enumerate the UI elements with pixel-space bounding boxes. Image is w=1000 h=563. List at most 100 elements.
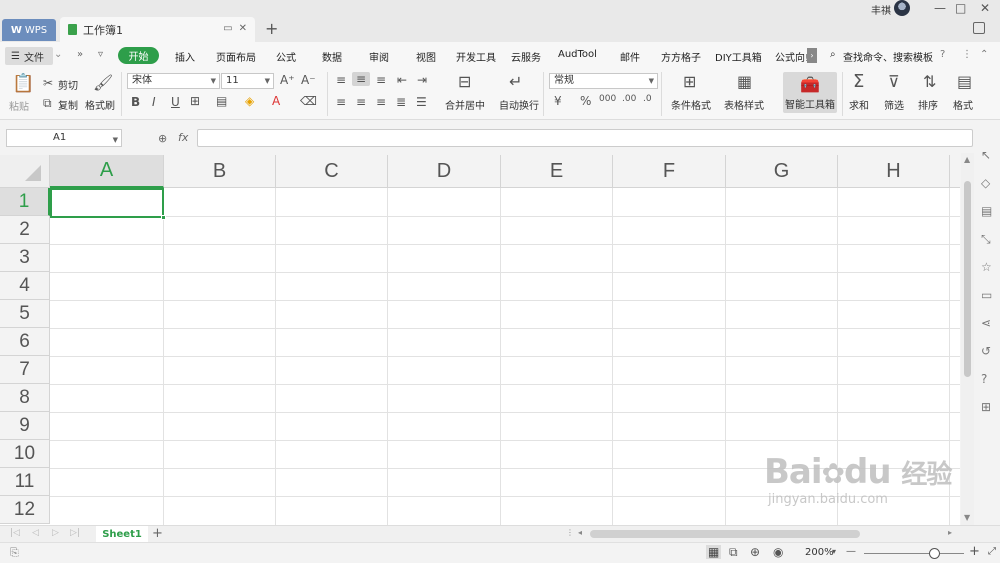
merge-center-icon[interactable]: ⊟ [458,72,471,91]
zoom-out-button[interactable]: — [846,546,856,557]
tab-data[interactable]: 数据 [322,49,342,64]
scroll-up-icon[interactable]: ▲ [964,155,970,164]
align-center-icon[interactable]: ≡ [356,95,366,109]
table-style-icon[interactable]: ▦ [737,72,752,91]
row-header[interactable]: 5 [0,300,50,328]
currency-icon[interactable]: ¥ [554,94,562,108]
copy-icon[interactable]: ⧉ [43,96,52,111]
help-circle-icon[interactable]: ? [981,372,987,386]
zoom-slider-knob[interactable] [929,548,940,559]
tab-start[interactable]: 开始 [118,47,159,64]
customize-toolbar-icon[interactable]: ▿ [98,49,103,60]
star-icon[interactable]: ☆ [981,260,992,274]
clear-format-icon[interactable]: ⌫ [300,94,317,108]
font-name-select[interactable]: 宋体 ▼ [127,73,220,89]
increase-indent-icon[interactable]: ⇥ [417,73,427,87]
row-header[interactable]: 8 [0,384,50,412]
more-tabs-arrow-icon[interactable]: › [807,48,817,63]
smart-toolbox-button[interactable]: 🧰 智能工具箱 [783,72,837,113]
font-color-icon[interactable]: A [272,94,280,108]
align-bottom-icon[interactable]: ≡ [376,73,386,87]
distributed-align-icon[interactable]: ☰ [416,95,427,109]
format-icon[interactable]: ▤ [957,72,972,91]
tab-formula[interactable]: 公式 [276,49,296,64]
decrease-font-icon[interactable]: A⁻ [301,73,316,87]
more-options-icon[interactable]: ⋮ [962,49,972,60]
zoom-dropdown-icon[interactable]: ▾ [832,547,836,556]
wrap-text-icon[interactable]: ↵ [509,72,522,91]
sheet-tab-sheet1[interactable]: Sheet1 [96,526,148,543]
row-header[interactable]: 11 [0,468,50,496]
format-button[interactable]: 格式 [953,97,973,112]
merge-center-button[interactable]: 合并居中 [445,97,485,112]
row-header[interactable]: 6 [0,328,50,356]
decrease-decimal-icon[interactable]: .0 [643,94,652,104]
first-sheet-icon[interactable]: |◁ [10,528,20,538]
macro-record-icon[interactable]: ⎘ [10,546,19,560]
format-painter-icon[interactable]: 🖌 [93,73,113,92]
filter-button[interactable]: 筛选 [884,97,904,112]
wrap-text-button[interactable]: 自动换行 [499,97,539,112]
column-header[interactable]: D [388,155,501,188]
tab-audtool[interactable]: AudTool [558,49,597,60]
vertical-scrollbar[interactable]: ▲ ▼ [961,153,974,525]
justify-icon[interactable]: ≣ [396,95,406,109]
wps-home-tab[interactable]: W WPS [2,19,56,41]
formula-input[interactable] [197,129,973,147]
add-sheet-button[interactable]: + [152,526,163,541]
sum-button[interactable]: 求和 [849,97,869,112]
underline-button[interactable]: U [171,95,180,109]
new-tab-button[interactable]: + [265,19,278,38]
archive-icon[interactable]: ▭ [981,288,992,302]
align-left-icon[interactable]: ≡ [336,95,346,109]
command-search-field[interactable]: 查找命令、搜索模板 [843,49,933,64]
apps-grid-icon[interactable]: ⊞ [981,400,991,414]
zoom-lookup-icon[interactable]: ⊕ [158,132,167,145]
active-cell-a1[interactable] [50,188,166,220]
column-header[interactable]: E [501,155,613,188]
percent-button[interactable]: % [580,94,591,108]
format-painter-button[interactable]: 格式刷 [85,97,115,112]
conditional-format-button[interactable]: 条件格式 [671,97,711,112]
shapes-icon[interactable]: ◇ [981,176,990,190]
bold-button[interactable]: B [131,95,140,109]
column-header[interactable]: B [164,155,276,188]
column-header[interactable]: G [726,155,838,188]
properties-icon[interactable]: ▤ [981,204,992,218]
layout-toggle-icon[interactable] [973,22,985,34]
filter-icon[interactable]: ⊽ [888,72,900,91]
file-menu-button[interactable]: ☰ 文件 [5,47,53,65]
row-header[interactable]: 2 [0,216,50,244]
number-format-select[interactable]: 常规 ▼ [549,73,658,89]
column-header[interactable]: A [50,155,164,188]
select-pointer-icon[interactable]: ↖ [981,148,991,162]
horizontal-scroll-thumb[interactable] [590,530,860,538]
sort-icon[interactable]: ⇅ [923,72,936,91]
tab-mail[interactable]: 邮件 [620,49,640,64]
paste-icon[interactable]: 📋 [12,73,34,94]
align-middle-icon[interactable]: ≡ [352,72,371,86]
fullscreen-icon[interactable]: ⤢ [988,546,996,557]
float-window-icon[interactable]: ▭ [223,23,232,34]
search-icon[interactable]: ⌕ [830,49,836,60]
cut-icon[interactable]: ✂ [43,76,53,90]
tab-developer[interactable]: 开发工具 [456,49,496,64]
row-header[interactable]: 3 [0,244,50,272]
italic-button[interactable]: I [152,95,156,109]
help-icon[interactable]: ? [940,49,945,60]
normal-view-icon[interactable]: ▦ [706,545,722,559]
column-header[interactable]: H [838,155,950,188]
increase-decimal-icon[interactable]: .00 [622,94,636,104]
tab-cloud-service[interactable]: 云服务 [511,49,541,64]
row-header[interactable]: 10 [0,440,50,468]
user-name[interactable]: 丰祺 [871,2,891,17]
column-header[interactable]: C [276,155,388,188]
fill-color-icon[interactable]: ◈ [245,94,254,108]
table-style-button[interactable]: 表格样式 [724,97,764,112]
document-tab[interactable]: 工作簿1 ▭ ✕ [60,17,255,42]
share-icon[interactable]: ⋖ [981,316,991,330]
tab-formula-wizard[interactable]: 公式向! [775,49,809,64]
copy-button[interactable]: 复制 [58,97,78,112]
transform-icon[interactable]: ⤡ [981,232,991,247]
name-box[interactable]: A1 ▼ [6,129,122,147]
